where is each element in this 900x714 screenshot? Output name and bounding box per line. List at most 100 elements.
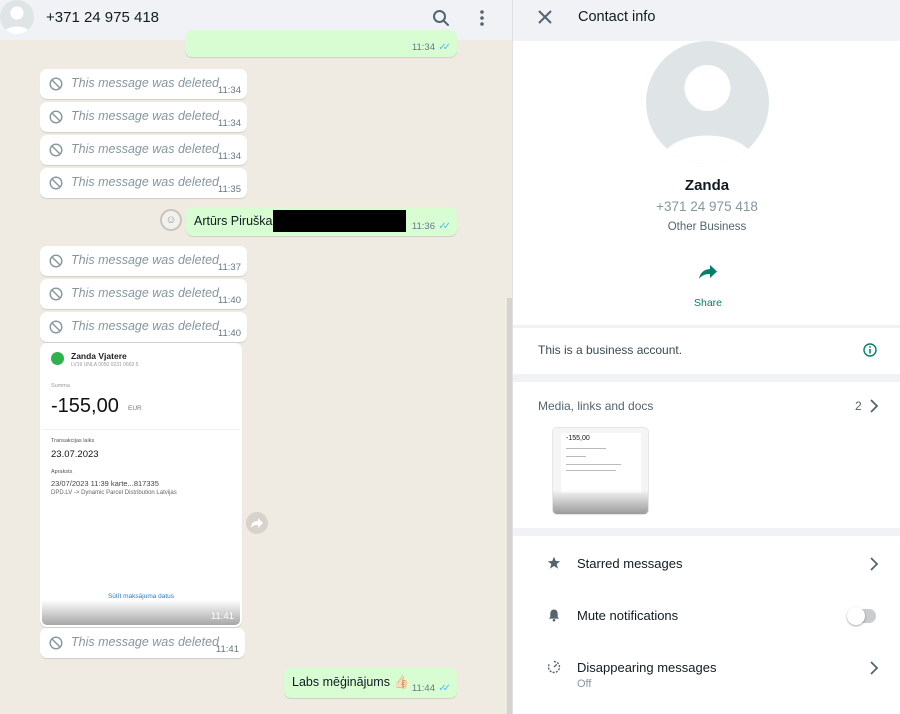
share-button[interactable]: Share <box>688 263 728 309</box>
message-text: This message was deleted <box>71 635 219 649</box>
message-bubble-out[interactable]: Labs mēģinājums 👍🏻 11:44 ✓✓ <box>284 668 457 698</box>
receipt-name: Zanda Vjatere <box>71 351 127 361</box>
receipt-sum-label: Summa <box>51 383 70 389</box>
receipt-link: Sūtīt maksājuma datus <box>107 593 175 600</box>
business-note: This is a business account. <box>538 343 683 357</box>
message-time: 11:44 <box>411 683 435 694</box>
deleted-message[interactable]: This message was deleted 11:34 <box>40 102 247 132</box>
read-ticks-icon: ✓✓ <box>438 221 451 232</box>
media-label[interactable]: Media, links and docs <box>538 399 653 413</box>
receipt-desc-line2: DPD.LV -> Dynamic Parcel Distribution La… <box>51 490 177 496</box>
disappearing-value: Off <box>577 678 592 690</box>
starred-messages-row[interactable]: Starred messages <box>513 542 900 582</box>
deleted-icon <box>49 320 63 334</box>
menu-icon[interactable] <box>472 8 492 28</box>
thumbnail-amount: -155,00 <box>566 435 590 442</box>
deleted-message[interactable]: This message was deleted 11:37 <box>40 246 247 276</box>
contact-info-pane: Contact info Zanda +371 24 975 418 Other… <box>512 0 900 714</box>
receipt-desc-label: Apraksts <box>51 469 73 475</box>
contact-info-header: Contact info <box>513 0 900 41</box>
timer-icon <box>547 660 561 674</box>
message-text: This message was deleted <box>71 175 219 189</box>
message-time: 11:41 <box>210 611 234 622</box>
read-ticks-icon: ✓✓ <box>438 42 451 53</box>
message-time: 11:34 <box>217 85 241 96</box>
contact-avatar[interactable] <box>0 0 34 34</box>
deleted-icon <box>49 636 63 650</box>
message-time: 11:40 <box>217 295 241 306</box>
read-ticks-icon: ✓✓ <box>438 683 451 694</box>
media-section: Media, links and docs 2 -155,00 <box>513 382 900 528</box>
image-message[interactable]: Zanda Vjatere LV19 UNLA 0050 0231 0663 5… <box>40 343 242 627</box>
receipt-amount: -155,00 <box>51 395 119 417</box>
divider <box>42 429 240 430</box>
receipt-desc-line1: 23/07/2023 11:39 karte...817335 <box>51 479 159 488</box>
thumbnail-line <box>566 456 586 457</box>
message-bubble-out[interactable]: 11:34 ✓✓ <box>185 30 457 57</box>
disappearing-messages-row[interactable]: Disappearing messages Off <box>513 646 900 690</box>
receipt-date: 23.07.2023 <box>51 449 99 460</box>
starred-label: Starred messages <box>577 556 683 571</box>
mute-label: Mute notifications <box>577 608 679 623</box>
media-thumbnail[interactable]: -155,00 <box>552 427 649 515</box>
contact-name: Zanda <box>684 177 730 194</box>
message-bubble-out[interactable]: Artūrs Piruška, 11:36 ✓✓ <box>186 207 457 236</box>
star-icon <box>547 556 561 569</box>
deleted-message[interactable]: This message was deleted 11:34 <box>40 135 247 165</box>
receipt-date-label: Transakcijas laiks <box>51 438 95 444</box>
business-note-section: This is a business account. <box>513 328 900 374</box>
close-icon[interactable] <box>537 9 553 25</box>
share-label: Share <box>693 297 723 309</box>
deleted-message[interactable]: This message was deleted 11:41 <box>40 628 245 658</box>
contact-phone: +371 24 975 418 <box>656 199 758 214</box>
message-text: This message was deleted <box>71 286 219 300</box>
thumbnail-line <box>566 464 621 465</box>
message-time: 11:41 <box>215 644 239 655</box>
deleted-message[interactable]: This message was deleted 11:34 <box>40 69 247 99</box>
thumbnail-line <box>566 470 616 471</box>
mute-toggle[interactable] <box>847 607 876 625</box>
deleted-icon <box>49 110 63 124</box>
contact-type: Other Business <box>667 221 747 233</box>
thumbnail-line <box>566 448 606 449</box>
message-time: 11:34 <box>217 118 241 129</box>
message-text: This message was deleted <box>71 76 219 90</box>
message-text: This message was deleted <box>71 109 219 123</box>
share-icon <box>699 265 717 279</box>
chat-title[interactable]: +371 24 975 418 <box>46 9 159 26</box>
chevron-right-icon[interactable] <box>869 399 879 413</box>
message-time: 11:37 <box>217 262 241 273</box>
info-icon[interactable] <box>863 343 877 357</box>
deleted-message[interactable]: This message was deleted 11:40 <box>40 312 247 342</box>
message-time: 11:40 <box>217 328 241 339</box>
bell-icon <box>548 609 560 622</box>
message-time: 11:34 <box>411 42 435 53</box>
bank-logo-icon <box>51 352 64 365</box>
thumbnail-fade <box>553 490 648 514</box>
thumbnail-paper <box>561 433 641 493</box>
redaction-box <box>273 210 406 232</box>
profile-avatar[interactable] <box>646 41 769 164</box>
message-text: This message was deleted <box>71 319 219 333</box>
chat-pane: +371 24 975 418 11:34 ✓✓ This message wa… <box>0 0 512 714</box>
deleted-message[interactable]: This message was deleted 11:35 <box>40 168 247 198</box>
deleted-icon <box>49 254 63 268</box>
chevron-right-icon <box>870 557 879 571</box>
message-list[interactable]: 11:34 ✓✓ This message was deleted 11:34 … <box>0 30 512 714</box>
search-icon[interactable] <box>431 8 451 28</box>
deleted-icon <box>49 143 63 157</box>
toggle-knob <box>847 607 865 625</box>
contact-info-title: Contact info <box>578 9 656 25</box>
react-emoji-icon[interactable]: ☺ <box>160 209 182 231</box>
forward-icon[interactable] <box>246 512 268 534</box>
media-count: 2 <box>855 399 862 413</box>
receipt-image[interactable]: Zanda Vjatere LV19 UNLA 0050 0231 0663 5… <box>42 345 240 625</box>
mute-notifications-row[interactable]: Mute notifications <box>513 594 900 634</box>
profile-section: Zanda +371 24 975 418 Other Business Sha… <box>513 41 900 325</box>
disappearing-label: Disappearing messages <box>577 660 717 675</box>
message-time: 11:36 <box>411 221 435 232</box>
deleted-message[interactable]: This message was deleted 11:40 <box>40 279 247 309</box>
message-text: Artūrs Piruška, <box>194 214 276 228</box>
chevron-right-icon <box>870 661 879 675</box>
deleted-icon <box>49 287 63 301</box>
